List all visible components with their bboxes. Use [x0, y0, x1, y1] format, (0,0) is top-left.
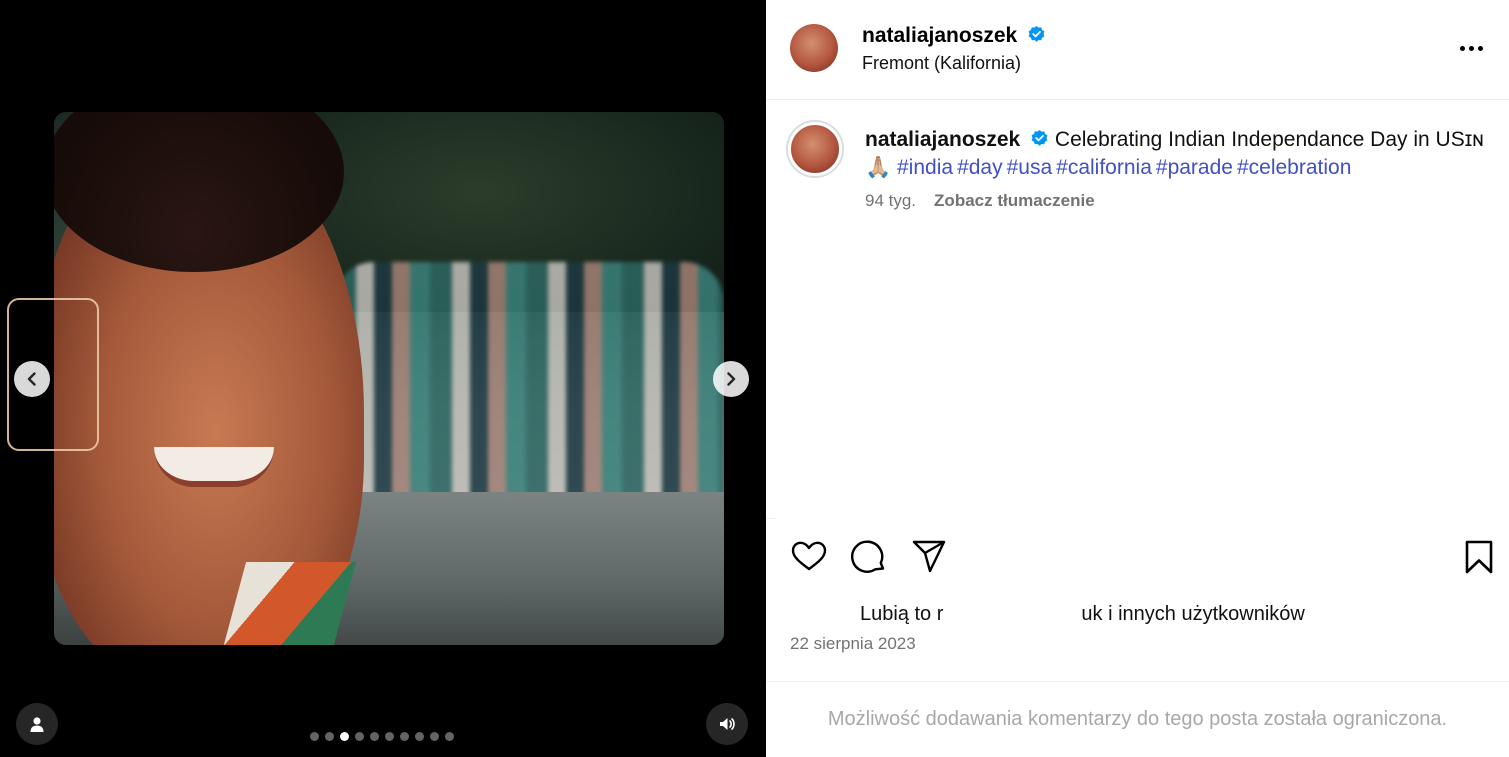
- speaker-icon: [720, 718, 735, 730]
- hashtag-link[interactable]: #celebration: [1237, 156, 1351, 179]
- slide-dot: [310, 732, 319, 741]
- caption-username[interactable]: nataliajanoszek: [865, 128, 1020, 151]
- hashtag-list: #india #day #usa #california #parade #celebra…: [897, 156, 1355, 179]
- user-icon: [30, 717, 44, 732]
- toggle-sound-button[interactable]: [706, 703, 748, 745]
- send-icon: [912, 540, 946, 573]
- hashtag-link[interactable]: #usa: [1007, 156, 1053, 179]
- slide-dot: [415, 732, 424, 741]
- instagram-post-view: nataliajanoszek Fremont (Kalifornia) nat…: [0, 0, 1509, 757]
- share-button[interactable]: [910, 538, 948, 576]
- caption-text: Celebrating Indian Independance Day in U…: [1054, 128, 1484, 151]
- caption-emoji: 🙏🏼: [865, 156, 892, 179]
- chevron-left-icon: [27, 372, 36, 386]
- header-username[interactable]: nataliajanoszek: [862, 24, 1046, 48]
- avatar[interactable]: [790, 24, 838, 72]
- likes-prefix: Lubią to: [860, 603, 937, 625]
- slide-indicator: [310, 732, 454, 741]
- comment-button[interactable]: [850, 538, 888, 576]
- username-text[interactable]: nataliajanoszek: [862, 24, 1017, 47]
- media-panel: [0, 0, 766, 757]
- photo-tricolor-scarf: [221, 562, 357, 645]
- photo-crowd: [334, 262, 724, 512]
- hashtag-link[interactable]: #parade: [1156, 156, 1233, 179]
- post-header: nataliajanoszek Fremont (Kalifornia): [766, 0, 1509, 100]
- post-date[interactable]: 22 sierpnia 2023: [790, 634, 916, 654]
- bookmark-icon: [1465, 540, 1493, 574]
- post-details-panel: nataliajanoszek Fremont (Kalifornia) nat…: [766, 0, 1509, 757]
- slide-dot: [355, 732, 364, 741]
- more-dot: [1469, 45, 1474, 51]
- previous-slide-button[interactable]: [14, 361, 50, 397]
- slide-dot: [385, 732, 394, 741]
- caption-avatar[interactable]: [788, 122, 842, 176]
- verified-badge-icon: [1028, 25, 1045, 42]
- slide-dot: [370, 732, 379, 741]
- tagged-users-button[interactable]: [16, 703, 58, 745]
- more-horizontal-icon: [1460, 45, 1465, 51]
- hashtag-link[interactable]: #india: [897, 156, 953, 179]
- post-time-ago[interactable]: 94 tyg.: [865, 191, 916, 211]
- post-photo: [54, 112, 724, 645]
- like-button[interactable]: [790, 538, 828, 576]
- slide-dot: [400, 732, 409, 741]
- more-dot: [1478, 45, 1483, 51]
- heart-icon: [791, 541, 827, 571]
- comments-restricted-text: Możliwość dodawania komentarzy do tego p…: [827, 708, 1448, 730]
- slide-dot: [430, 732, 439, 741]
- see-translation-button[interactable]: Zobacz tłumaczenie: [934, 191, 1095, 211]
- likes-summary[interactable]: Lubią to r uk i innych użytkowników: [860, 603, 1305, 626]
- slide-dot: [445, 732, 454, 741]
- hashtag-link[interactable]: #day: [957, 156, 1003, 179]
- post-location[interactable]: Fremont (Kalifornia): [862, 53, 1021, 74]
- slide-dot: [325, 732, 334, 741]
- likes-partial: r: [936, 603, 944, 625]
- likes-suffix: uk i innych użytkowników: [1081, 603, 1305, 625]
- comments-restricted-notice: Możliwość dodawania komentarzy do tego p…: [766, 681, 1509, 757]
- divider: [766, 518, 776, 519]
- save-button[interactable]: [1460, 538, 1498, 576]
- caption-meta: 94 tyg. Zobacz tłumaczenie: [865, 191, 1095, 211]
- chevron-right-icon: [727, 372, 736, 386]
- verified-badge-icon: [1031, 129, 1048, 146]
- comment-icon: [851, 540, 885, 573]
- next-slide-button[interactable]: [713, 361, 749, 397]
- hashtag-link[interactable]: #california: [1056, 156, 1152, 179]
- slide-dot-active: [340, 732, 349, 741]
- post-caption: nataliajanoszek Celebrating Indian Indep…: [865, 126, 1485, 182]
- more-options-button[interactable]: [1460, 36, 1490, 60]
